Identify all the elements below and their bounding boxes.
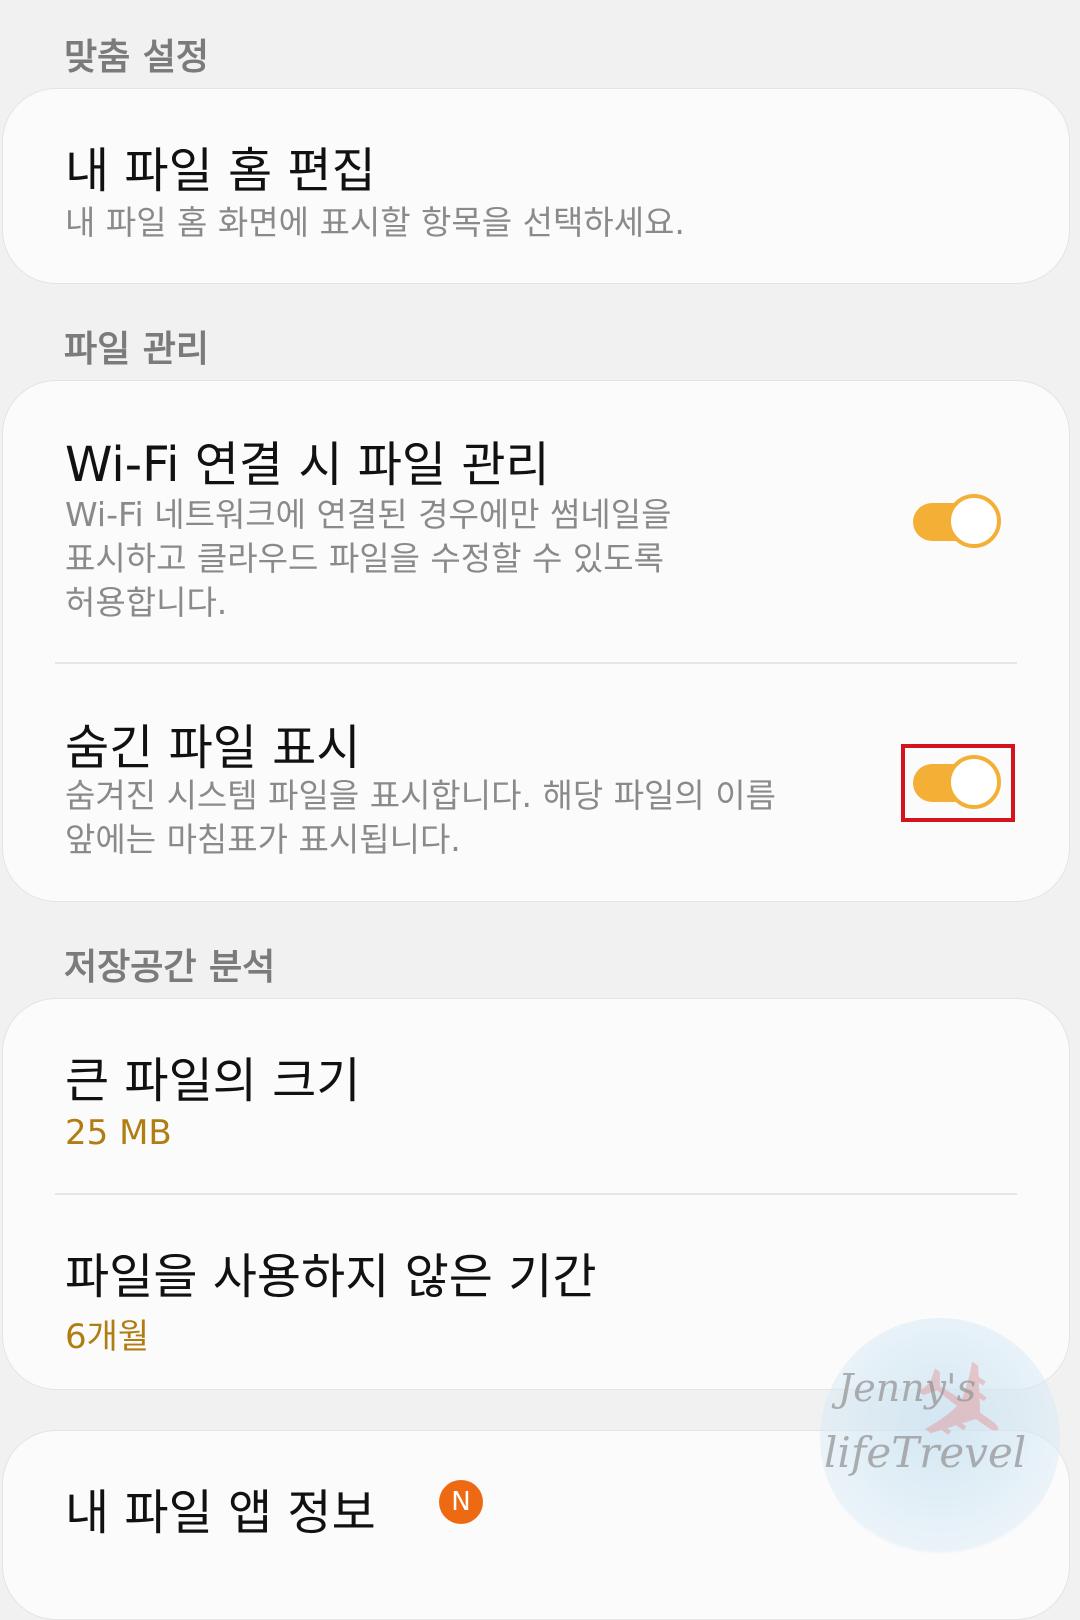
unused-period-value: 6개월 bbox=[65, 1317, 150, 1357]
hidden-files-row[interactable]: 숨긴 파일 표시 숨겨진 시스템 파일을 표시합니다. 해당 파일의 이름 앞에… bbox=[3, 664, 1069, 903]
wifi-file-management-row[interactable]: Wi-Fi 연결 시 파일 관리 Wi-Fi 네트워크에 연결된 경우에만 썸네… bbox=[3, 381, 1069, 663]
card-home-edit[interactable]: 내 파일 홈 편집 내 파일 홈 화면에 표시할 항목을 선택하세요. bbox=[2, 88, 1070, 284]
hidden-files-subtitle: 숨겨진 시스템 파일을 표시합니다. 해당 파일의 이름 앞에는 마침표가 표시… bbox=[65, 776, 776, 859]
wifi-toggle-switch[interactable] bbox=[909, 494, 1001, 548]
section-header-file-management: 파일 관리 bbox=[64, 329, 210, 370]
home-edit-subtitle: 내 파일 홈 화면에 표시할 항목을 선택하세요. bbox=[65, 203, 685, 242]
wifi-subtitle: Wi-Fi 네트워크에 연결된 경우에만 썸네일을 표시하고 클라우드 파일을 … bbox=[65, 495, 672, 622]
home-edit-title: 내 파일 홈 편집 bbox=[65, 143, 376, 199]
unused-period-title: 파일을 사용하지 않은 기간 bbox=[65, 1249, 597, 1305]
large-file-value: 25 MB bbox=[65, 1113, 172, 1153]
section-header-custom: 맞춤 설정 bbox=[64, 37, 210, 78]
watermark-text-line2: lifeTrevel bbox=[824, 1428, 1027, 1477]
watermark-text-line1: Jenny's bbox=[838, 1366, 977, 1410]
hidden-files-title: 숨긴 파일 표시 bbox=[65, 720, 361, 776]
card-file-management: Wi-Fi 연결 시 파일 관리 Wi-Fi 네트워크에 연결된 경우에만 썸네… bbox=[2, 380, 1070, 902]
new-badge: N bbox=[439, 1480, 483, 1524]
hidden-files-toggle-switch[interactable] bbox=[909, 755, 1001, 809]
section-header-storage: 저장공간 분석 bbox=[64, 947, 276, 988]
watermark-logo: ✈ Jenny's lifeTrevel bbox=[820, 1318, 1060, 1558]
large-file-title: 큰 파일의 크기 bbox=[65, 1053, 361, 1109]
large-file-row[interactable]: 큰 파일의 크기 25 MB bbox=[3, 999, 1069, 1194]
wifi-title: Wi-Fi 연결 시 파일 관리 bbox=[65, 437, 550, 493]
about-title: 내 파일 앱 정보 bbox=[65, 1485, 376, 1541]
